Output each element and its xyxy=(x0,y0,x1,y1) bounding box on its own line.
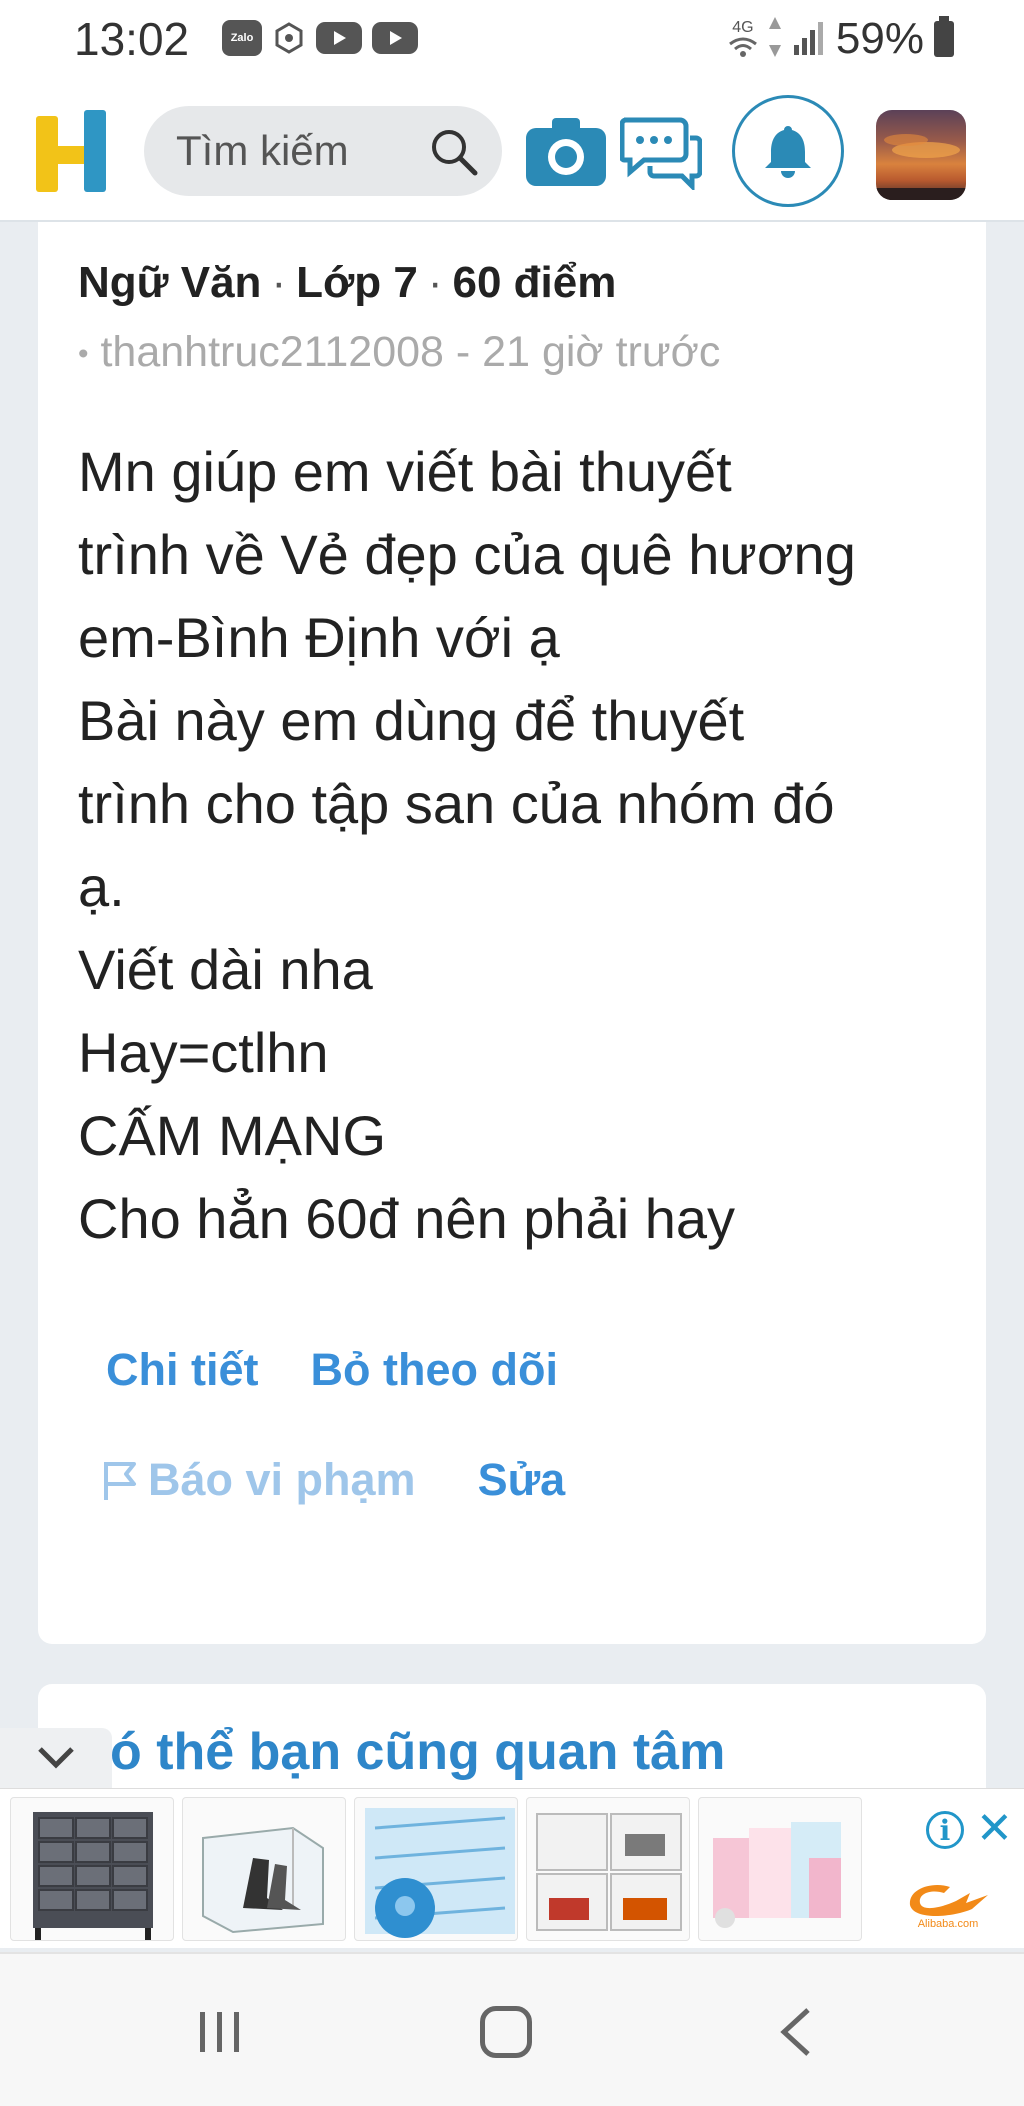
question-line: trình về Vẻ đẹp của quê hương xyxy=(78,523,856,586)
ad-product-shoebox[interactable] xyxy=(182,1797,346,1941)
report-label: Báo vi phạm xyxy=(148,1454,416,1505)
system-nav-bar xyxy=(0,1952,1024,2106)
report-button[interactable]: Báo vi phạm xyxy=(100,1454,416,1506)
question-line: ạ. xyxy=(78,855,125,918)
author-time[interactable]: thanhtruc2112008 - 21 giờ trước xyxy=(100,328,720,376)
home-icon[interactable] xyxy=(480,2006,532,2058)
question-meta: Ngữ Văn · Lớp 7 · 60 điểm xyxy=(78,258,617,307)
svg-text:Alibaba.com: Alibaba.com xyxy=(918,1918,979,1930)
zalo-icon: Zalo xyxy=(222,20,262,56)
signal-icon xyxy=(792,19,826,60)
grade-label[interactable]: Lớp 7 xyxy=(296,258,418,307)
camera-icon[interactable] xyxy=(524,114,608,190)
question-card: Ngữ Văn · Lớp 7 · 60 điểm • thanhtruc2112008… xyxy=(38,222,986,1644)
question-line: Bài này em dùng để thuyết xyxy=(78,689,745,752)
messages-icon[interactable] xyxy=(620,114,702,190)
bullet: • xyxy=(78,337,89,371)
ad-thumbnails xyxy=(10,1797,862,1941)
ad-info-icon[interactable]: i xyxy=(926,1811,964,1849)
app-header xyxy=(0,80,1024,222)
edit-link[interactable]: Sửa xyxy=(478,1454,566,1506)
flag-icon xyxy=(104,1462,136,1500)
system-status: 4G 59% xyxy=(728,14,954,64)
recent-apps-icon[interactable] xyxy=(196,2010,244,2054)
status-bar: 13:02 Zalo 4G 59% xyxy=(0,0,1024,80)
wifi-4g-icon: 4G xyxy=(728,20,758,58)
ad-close-icon[interactable]: ✕ xyxy=(976,1807,1013,1851)
search-icon[interactable] xyxy=(428,126,480,178)
battery-icon xyxy=(934,16,954,57)
user-avatar[interactable] xyxy=(876,110,966,200)
question-line: em-Bình Định với ạ xyxy=(78,606,560,669)
clock: 13:02 xyxy=(74,13,190,65)
related-card: ó thể bạn cũng quan tâm xyxy=(38,1684,986,1794)
question-line: Hay=ctlhn xyxy=(78,1021,329,1084)
question-line: Viết dài nha xyxy=(78,938,373,1001)
subject-label[interactable]: Ngữ Văn xyxy=(78,258,261,307)
ad-product-clear-boxes[interactable] xyxy=(526,1797,690,1941)
hoc24-logo[interactable] xyxy=(36,110,110,198)
ad-product-gift-bags[interactable] xyxy=(698,1797,862,1941)
question-line: Mn giúp em viết bài thuyết xyxy=(78,440,732,503)
primary-actions: Chi tiết Bỏ theo dõi xyxy=(106,1344,558,1396)
collapse-ad-button[interactable] xyxy=(0,1728,112,1788)
bell-icon xyxy=(765,126,811,178)
author-line: • thanhtruc2112008 - 21 giờ trước xyxy=(78,328,720,377)
related-title: ó thể bạn cũng quan tâm xyxy=(110,1723,726,1781)
youtube-icon-2 xyxy=(372,22,418,54)
ad-banner[interactable]: i ✕ Alibaba.com xyxy=(0,1788,1024,1948)
back-icon[interactable] xyxy=(776,2006,816,2058)
data-transfer-icon xyxy=(768,16,782,62)
detail-link[interactable]: Chi tiết xyxy=(106,1344,259,1396)
battery-percent: 59% xyxy=(835,14,924,63)
notification-icons: Zalo xyxy=(222,20,418,56)
search-input[interactable] xyxy=(176,127,416,175)
unfollow-link[interactable]: Bỏ theo dõi xyxy=(311,1344,558,1396)
alibaba-logo[interactable]: Alibaba.com xyxy=(898,1871,998,1931)
question-line: trình cho tập san của nhóm đó xyxy=(78,772,835,835)
chevron-down-icon xyxy=(38,1747,74,1769)
notifications-button[interactable] xyxy=(732,95,844,207)
ad-product-drawer[interactable] xyxy=(10,1797,174,1941)
search-bar[interactable] xyxy=(144,106,502,196)
question-line: CẤM MẠNG xyxy=(78,1104,386,1167)
points-label: 60 điểm xyxy=(452,258,617,307)
secondary-actions: Báo vi phạm Sửa xyxy=(100,1454,565,1506)
youtube-icon xyxy=(316,22,362,54)
ad-product-vacuum-bags[interactable] xyxy=(354,1797,518,1941)
question-body: Mn giúp em viết bài thuyết trình về Vẻ đ… xyxy=(78,430,958,1260)
question-line: Cho hẳn 60đ nên phải hay xyxy=(78,1187,735,1250)
hexagon-app-icon xyxy=(272,21,306,55)
